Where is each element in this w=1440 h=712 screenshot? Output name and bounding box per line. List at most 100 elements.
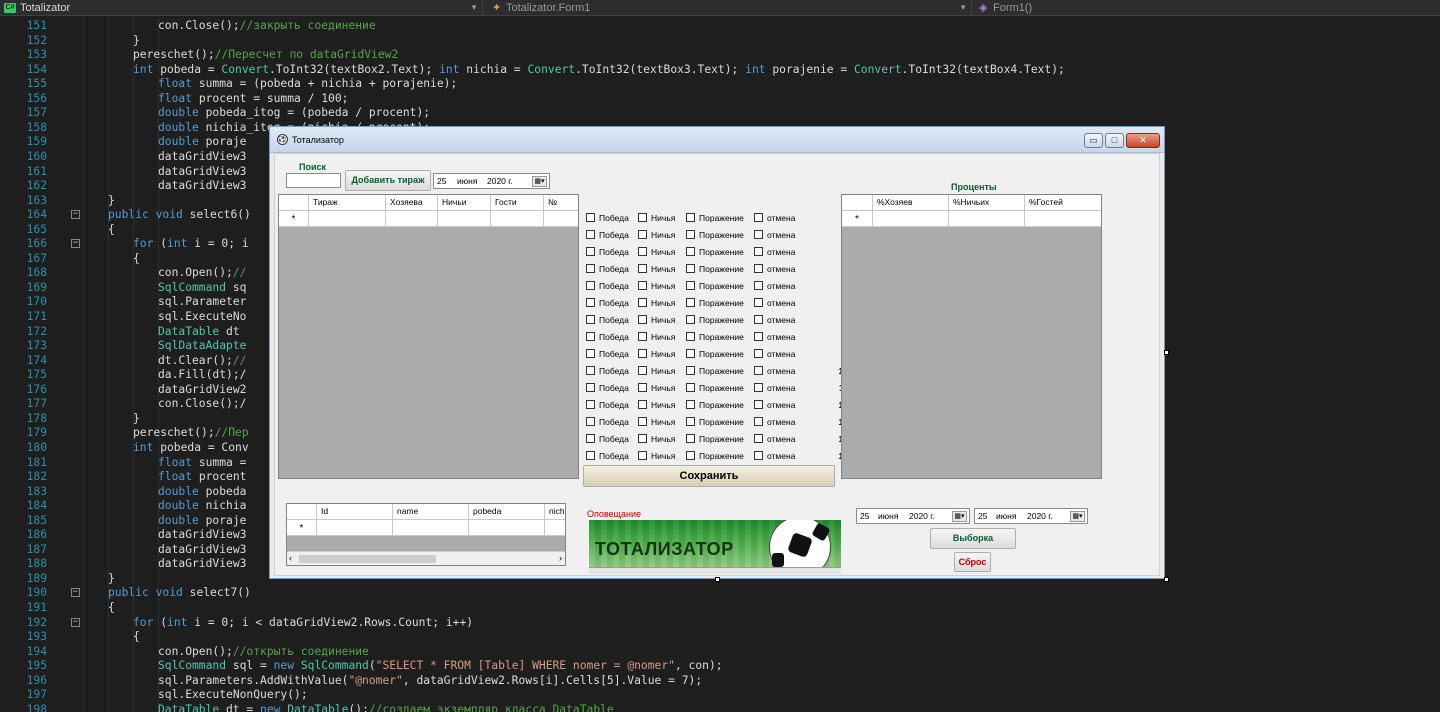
cancel-checkbox[interactable] (754, 281, 763, 290)
win-checkbox[interactable] (586, 417, 595, 426)
win-checkbox[interactable] (586, 298, 595, 307)
cancel-checkbox[interactable] (754, 315, 763, 324)
loss-checkbox[interactable] (686, 451, 695, 460)
cancel-checkbox[interactable] (754, 417, 763, 426)
column-header[interactable]: %Ничьих (949, 195, 1025, 211)
cancel-checkbox[interactable] (754, 383, 763, 392)
code-line[interactable]: sql.Parameters.AddWithValue("@nomer", da… (158, 674, 702, 689)
loss-checkbox[interactable] (686, 264, 695, 273)
code-line[interactable]: pereschet();//Пер (133, 426, 249, 441)
grid-cell[interactable] (469, 520, 545, 536)
code-line[interactable]: float procent (158, 470, 246, 485)
loss-checkbox[interactable] (686, 281, 695, 290)
code-line[interactable]: } (108, 194, 115, 209)
cancel-checkbox[interactable] (754, 349, 763, 358)
code-line[interactable]: int pobeda = Conv (133, 441, 249, 456)
win-checkbox[interactable] (586, 383, 595, 392)
code-line[interactable]: float summa = (158, 456, 246, 471)
loss-checkbox[interactable] (686, 417, 695, 426)
column-header[interactable]: № (544, 195, 578, 211)
date-picker-from[interactable]: 25 июня 2020 г. ▦▾ (856, 508, 970, 524)
win-checkbox[interactable] (586, 315, 595, 324)
calendar-dropdown-icon[interactable]: ▦▾ (532, 176, 547, 187)
results-grid[interactable]: Id name pobeda nichi * ‹ › (286, 503, 566, 566)
column-header[interactable]: Тираж (309, 195, 386, 211)
code-line[interactable]: double poraje (158, 135, 246, 150)
grid-cell[interactable] (393, 520, 469, 536)
draw-checkbox[interactable] (638, 349, 647, 358)
draw-checkbox[interactable] (638, 264, 647, 273)
cancel-checkbox[interactable] (754, 230, 763, 239)
loss-checkbox[interactable] (686, 434, 695, 443)
win-checkbox[interactable] (586, 332, 595, 341)
code-line[interactable]: da.Fill(dt);/ (158, 368, 246, 383)
win-checkbox[interactable] (586, 349, 595, 358)
code-line[interactable]: DataTable dt = new DataTable();//создаем… (158, 703, 614, 712)
draw-checkbox[interactable] (638, 298, 647, 307)
code-line[interactable]: DataTable dt (158, 325, 240, 340)
code-line[interactable]: public void select7() (108, 586, 251, 601)
code-line[interactable]: con.Open();// (158, 266, 246, 281)
loss-checkbox[interactable] (686, 383, 695, 392)
draw-checkbox[interactable] (638, 247, 647, 256)
code-line[interactable]: con.Close();/ (158, 397, 246, 412)
grid-cell[interactable] (949, 211, 1025, 227)
loss-checkbox[interactable] (686, 298, 695, 307)
column-header[interactable]: Хозяева (386, 195, 438, 211)
date-picker-main[interactable]: 25 июня 2020 г. ▦▾ (433, 173, 550, 189)
code-line[interactable]: int pobeda = Convert.ToInt32(textBox2.Te… (133, 63, 1065, 78)
win-checkbox[interactable] (586, 451, 595, 460)
loss-checkbox[interactable] (686, 349, 695, 358)
code-line[interactable]: dataGridView3 (158, 543, 246, 558)
code-line[interactable]: { (108, 601, 115, 616)
cancel-checkbox[interactable] (754, 298, 763, 307)
code-line[interactable]: sql.ExecuteNonQuery(); (158, 688, 308, 703)
code-line[interactable]: double nichia (158, 499, 246, 514)
column-header[interactable]: %Хозяев (873, 195, 949, 211)
cancel-checkbox[interactable] (754, 366, 763, 375)
select-button[interactable]: Выборка (930, 528, 1016, 549)
cancel-checkbox[interactable] (754, 434, 763, 443)
horizontal-scrollbar[interactable]: ‹ › (287, 551, 565, 565)
code-line[interactable]: SqlCommand sql = new SqlCommand("SELECT … (158, 659, 723, 674)
code-line[interactable]: dt.Clear();// (158, 354, 246, 369)
code-line[interactable]: } (133, 34, 140, 49)
cancel-checkbox[interactable] (754, 264, 763, 273)
grid-cell[interactable] (386, 211, 438, 227)
code-line[interactable]: float summa = (pobeda + nichia + porajen… (158, 77, 457, 92)
draw-checkbox[interactable] (638, 400, 647, 409)
cancel-checkbox[interactable] (754, 247, 763, 256)
code-line[interactable]: public void select6() (108, 208, 251, 223)
cancel-checkbox[interactable] (754, 451, 763, 460)
draw-checkbox[interactable] (638, 332, 647, 341)
code-line[interactable]: double pobeda (158, 485, 246, 500)
code-line[interactable]: { (133, 252, 140, 267)
win-checkbox[interactable] (586, 264, 595, 273)
code-line[interactable]: float procent = summa / 100; (158, 92, 348, 107)
scrollbar-thumb[interactable] (299, 555, 436, 563)
code-line[interactable]: SqlDataAdapte (158, 339, 246, 354)
collapse-icon[interactable]: − (71, 210, 80, 220)
column-header[interactable]: %Гостей (1025, 195, 1101, 211)
column-header[interactable]: Ничьи (438, 195, 491, 211)
minimize-button[interactable]: ▭ (1084, 133, 1103, 148)
grid-cell[interactable] (309, 211, 386, 227)
collapse-icon[interactable]: − (71, 239, 80, 249)
resize-handle[interactable] (1164, 577, 1169, 582)
add-draw-button[interactable]: Добавить тираж (345, 170, 431, 191)
code-line[interactable]: } (133, 412, 140, 427)
draw-checkbox[interactable] (638, 366, 647, 375)
loss-checkbox[interactable] (686, 315, 695, 324)
project-dropdown[interactable]: C# Totalizator ▼ (0, 0, 483, 16)
code-line[interactable]: sql.ExecuteNo (158, 310, 246, 325)
scroll-right-icon[interactable]: › (559, 552, 562, 565)
column-header[interactable]: nichi (545, 504, 565, 520)
code-line[interactable]: dataGridView3 (158, 528, 246, 543)
win-checkbox[interactable] (586, 434, 595, 443)
resize-handle[interactable] (1164, 350, 1169, 355)
search-input[interactable] (286, 173, 341, 188)
draw-checkbox[interactable] (638, 434, 647, 443)
save-button[interactable]: Сохранить (583, 465, 835, 487)
calendar-dropdown-icon[interactable]: ▦▾ (1070, 511, 1085, 522)
draw-checkbox[interactable] (638, 213, 647, 222)
